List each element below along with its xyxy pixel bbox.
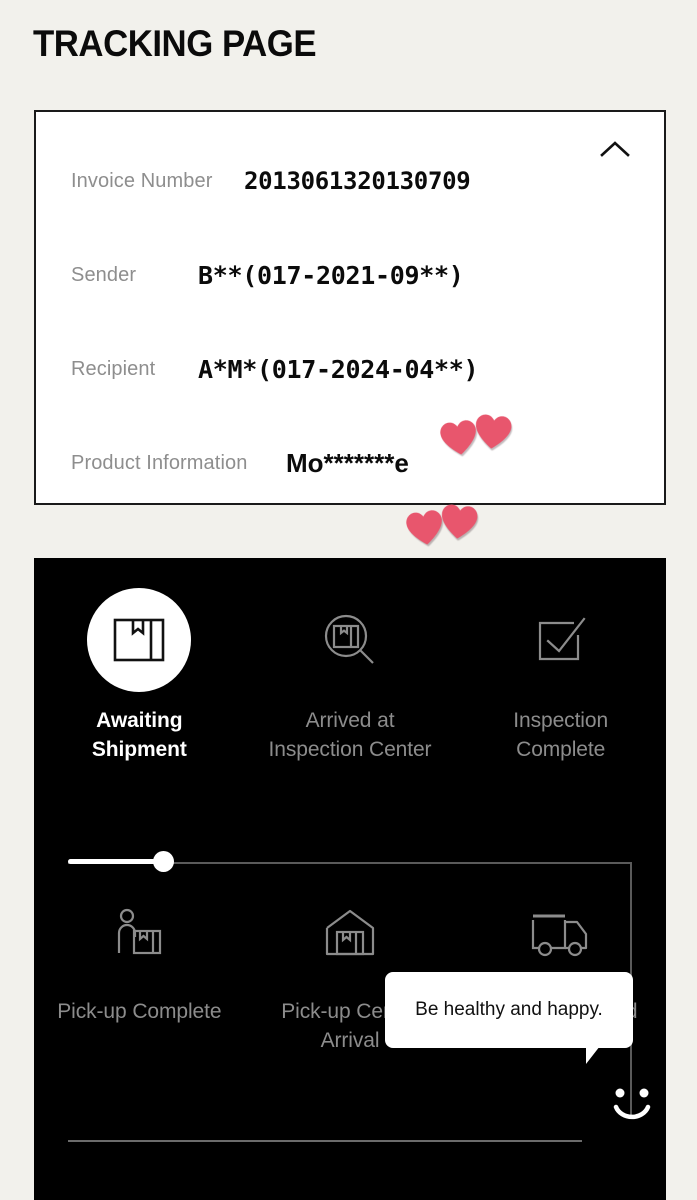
collapse-toggle-button[interactable] xyxy=(592,126,638,172)
person-with-box-icon xyxy=(118,908,162,955)
message-tooltip-tail xyxy=(586,1046,604,1064)
page-title: TRACKING PAGE xyxy=(33,23,317,64)
tracking-step-inspection-complete[interactable]: Inspection Complete xyxy=(455,588,666,765)
message-tooltip-text: Be healthy and happy. xyxy=(415,999,603,1020)
tracking-steps-row-top: Awaiting Shipment Arrived at Inspection … xyxy=(34,588,666,765)
tracking-step-arrived-at-inspection-center[interactable]: Arrived at Inspection Center xyxy=(245,588,456,765)
tracking-step-pick-up-complete[interactable]: Pick-up Complete xyxy=(34,898,245,1056)
step-label: Awaiting Shipment xyxy=(91,709,187,761)
step-label: Pick-up Complete xyxy=(57,1000,222,1023)
progress-handle[interactable] xyxy=(153,851,174,872)
step-icon-container xyxy=(103,898,175,970)
tracking-page: TRACKING PAGE Invoice Number 20130613201… xyxy=(0,0,697,1200)
invoice-row-product: Product Information Mo*******e xyxy=(36,416,664,510)
invoice-number-value: 2013061320130709 xyxy=(244,167,471,195)
step-icon-container xyxy=(314,898,386,970)
step-icon-container xyxy=(509,588,613,692)
sender-value: B**(017-2021-09**) xyxy=(198,260,464,290)
sender-label: Sender xyxy=(71,263,137,286)
invoice-row-number: Invoice Number 2013061320130709 xyxy=(36,134,664,228)
tracking-progress-bar[interactable] xyxy=(68,843,666,1118)
recipient-label: Recipient xyxy=(71,357,156,380)
smiley-face-icon[interactable] xyxy=(604,1081,660,1127)
invoice-card: Invoice Number 2013061320130709 Sender B… xyxy=(34,110,666,545)
step-icon-container xyxy=(298,588,402,692)
checked-square-icon xyxy=(538,617,586,661)
invoice-row-sender: Sender B**(017-2021-09**) xyxy=(36,228,664,322)
invoice-number-label: Invoice Number xyxy=(71,169,213,192)
step-icon-container xyxy=(87,588,192,692)
tracking-step-awaiting-shipment[interactable]: Awaiting Shipment xyxy=(34,588,245,765)
bottom-divider xyxy=(68,1140,582,1142)
step-label: Arrived at Inspection Center xyxy=(268,709,432,761)
chevron-up-icon xyxy=(600,141,630,157)
recipient-value: A*M*(017-2024-04**) xyxy=(198,354,479,384)
invoice-row-recipient: Recipient A*M*(017-2024-04**) xyxy=(36,322,664,416)
delivery-truck-icon xyxy=(531,914,587,957)
magnifier-box-icon xyxy=(324,614,374,664)
package-box-icon xyxy=(114,618,165,662)
step-icon-container xyxy=(525,898,597,970)
tracking-status-panel: Awaiting Shipment Arrived at Inspection … xyxy=(34,558,666,1200)
heart-icon xyxy=(406,510,442,545)
warehouse-box-icon xyxy=(325,909,375,956)
message-tooltip[interactable]: Be healthy and happy. xyxy=(385,972,633,1064)
product-information-label: Product Information xyxy=(71,451,248,474)
step-label: Inspection Complete xyxy=(513,709,609,761)
product-information-value: Mo*******e xyxy=(286,447,409,478)
